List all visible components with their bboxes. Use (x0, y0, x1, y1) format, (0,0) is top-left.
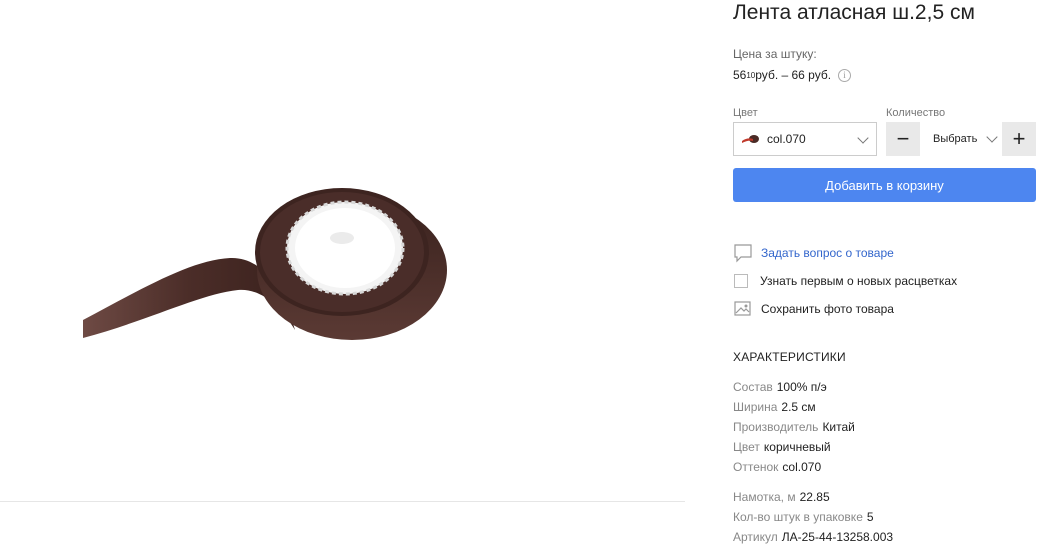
price-from-cents: 10 (746, 70, 756, 80)
color-value: col.070 (767, 132, 806, 146)
spec-row: Цвет коричневый (733, 440, 831, 454)
chat-bubble-icon (733, 243, 753, 263)
color-select[interactable]: col.070 (733, 122, 877, 156)
quantity-label: Количество (886, 107, 946, 119)
quantity-select[interactable]: Выбрать (920, 122, 1002, 156)
spec-key: Оттенок (733, 460, 779, 474)
spec-key: Артикул (733, 530, 778, 544)
spec-value: 22.85 (799, 490, 830, 504)
ribbon-swatch-icon (742, 135, 759, 143)
spec-row: Состав 100% п/э (733, 380, 827, 394)
spec-row: Артикул ЛА-25-44-13258.003 (733, 530, 893, 544)
product-title: Лента атласная ш.2,5 см (733, 1, 975, 24)
notify-checkbox[interactable] (734, 274, 748, 288)
image-download-icon (733, 299, 753, 319)
spec-key: Ширина (733, 400, 778, 414)
spec-value: Китай (822, 420, 855, 434)
price-label: Цена за штуку: (733, 47, 817, 61)
price-range: 56 10 руб. – 66 руб. i (733, 68, 852, 82)
quantity-minus-button[interactable]: − (886, 122, 920, 156)
notify-new-colors[interactable]: Узнать первым о новых расцветках (733, 271, 957, 291)
chevron-down-icon (986, 131, 998, 143)
product-image[interactable] (80, 180, 460, 360)
spec-key: Кол-во штук в упаковке (733, 510, 863, 524)
spec-value: 2.5 см (781, 400, 816, 414)
spec-key: Намотка, м (733, 490, 796, 504)
color-label: Цвет (733, 107, 758, 119)
spec-row: Производитель Китай (733, 420, 855, 434)
spec-value: col.070 (782, 460, 822, 474)
spec-row: Намотка, м 22.85 (733, 490, 830, 504)
product-gallery (0, 0, 685, 550)
spec-value: ЛА-25-44-13258.003 (781, 530, 894, 544)
save-photo-link[interactable]: Сохранить фото товара (733, 299, 894, 319)
save-photo-text[interactable]: Сохранить фото товара (761, 302, 894, 316)
spec-key: Производитель (733, 420, 819, 434)
spec-value: коричневый (763, 440, 831, 454)
quantity-stepper: − Выбрать + (886, 122, 1036, 156)
spec-row: Ширина 2.5 см (733, 400, 816, 414)
specs-title: ХАРАКТЕРИСТИКИ (733, 350, 846, 364)
ask-question-text[interactable]: Задать вопрос о товаре (761, 246, 894, 260)
add-to-cart-button[interactable]: Добавить в корзину (733, 168, 1036, 202)
spec-row: Кол-во штук в упаковке 5 (733, 510, 874, 524)
product-info: Лента атласная ш.2,5 см Цена за штуку: 5… (733, 0, 1037, 550)
spec-value: 5 (866, 510, 874, 524)
quantity-select-value: Выбрать (933, 133, 978, 145)
spec-row: Оттенок col.070 (733, 460, 821, 474)
info-icon[interactable]: i (838, 68, 852, 82)
spec-key: Состав (733, 380, 773, 394)
notify-text[interactable]: Узнать первым о новых расцветках (760, 274, 957, 288)
price-from: 56 (733, 68, 747, 82)
divider (0, 501, 685, 502)
chevron-down-icon (857, 132, 869, 144)
spec-key: Цвет (733, 440, 760, 454)
ask-question-link[interactable]: Задать вопрос о товаре (733, 243, 894, 263)
spec-value: 100% п/э (776, 380, 827, 394)
quantity-plus-button[interactable]: + (1002, 122, 1036, 156)
price-rest: руб. – 66 руб. (755, 68, 832, 82)
